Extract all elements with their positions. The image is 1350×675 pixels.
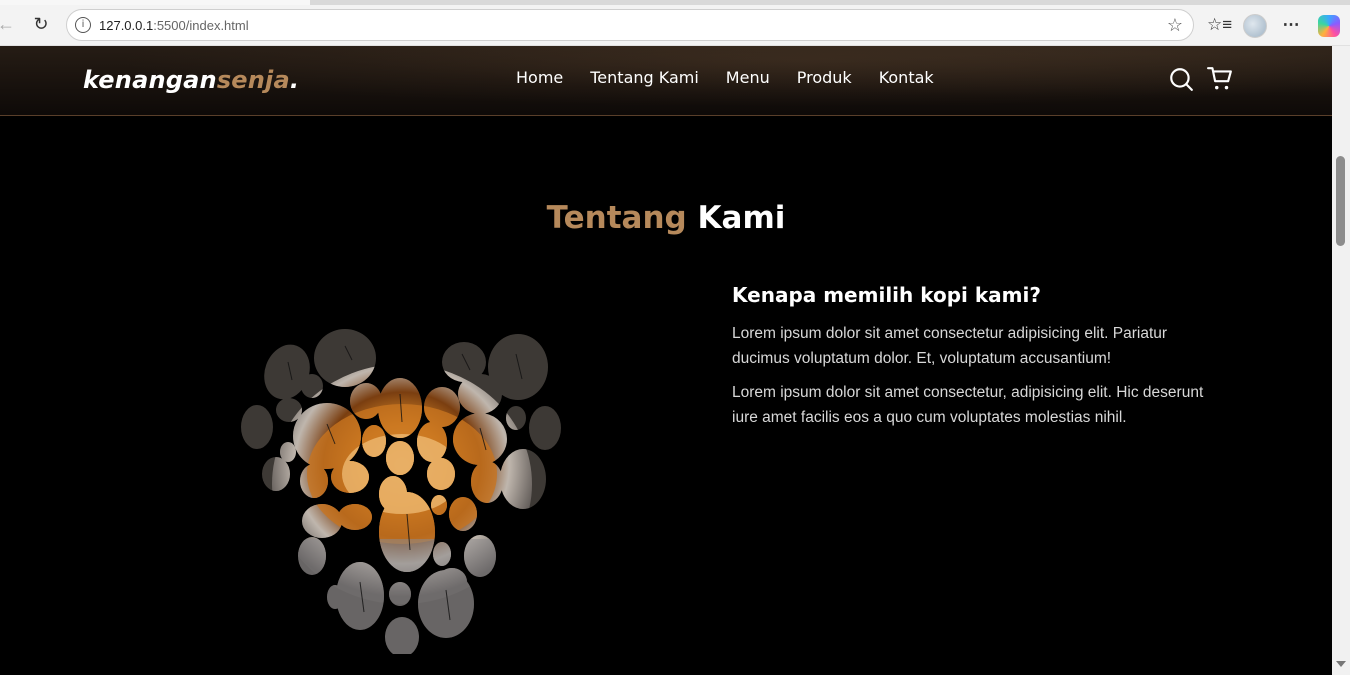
title-accent: Tentang: [546, 200, 687, 236]
profile-avatar[interactable]: [1243, 14, 1267, 38]
about-section-title: Tentang Kami: [0, 200, 1332, 236]
nav-menu[interactable]: Menu: [726, 68, 770, 87]
about-content: Kenapa memilih kopi kami? Lorem ipsum do…: [732, 283, 1222, 439]
nav-kontak[interactable]: Kontak: [879, 68, 934, 87]
logo-accent: senja: [216, 66, 290, 94]
tab-strip: [0, 0, 1350, 5]
active-tab[interactable]: [0, 0, 310, 5]
site-navbar: kenangansenja. Home Tentang Kami Menu Pr…: [0, 46, 1332, 116]
favorites-list-icon[interactable]: ☆≡: [1207, 14, 1232, 36]
shopping-cart-icon[interactable]: [1207, 66, 1233, 92]
url-host: 127.0.0.1: [99, 18, 154, 33]
about-paragraph-1: Lorem ipsum dolor sit amet consectetur a…: [732, 325, 1168, 367]
about-paragraph-2: Lorem ipsum dolor sit amet consectetur, …: [732, 384, 1204, 426]
search-icon[interactable]: [1168, 66, 1194, 92]
scroll-down-arrow-icon[interactable]: [1336, 661, 1346, 667]
main-menu: Home Tentang Kami Menu Produk Kontak: [516, 68, 934, 87]
nav-tentang-kami[interactable]: Tentang Kami: [590, 68, 699, 87]
coffee-bean-heart-image: [232, 324, 572, 657]
about-heading: Kenapa memilih kopi kami?: [732, 283, 1041, 307]
logo-main: kenangan: [83, 66, 217, 94]
title-rest: Kami: [697, 200, 786, 236]
copilot-icon[interactable]: [1318, 15, 1340, 37]
url-path: :5500/index.html: [153, 18, 249, 33]
back-arrow-icon[interactable]: ←: [0, 14, 16, 34]
more-options-icon[interactable]: ⋯: [1280, 14, 1302, 36]
nav-produk[interactable]: Produk: [797, 68, 852, 87]
address-url[interactable]: 127.0.0.1:5500/index.html: [99, 18, 249, 33]
site-logo[interactable]: kenangansenja.: [83, 66, 299, 94]
browser-toolbar: ← ↻ i 127.0.0.1:5500/index.html ☆ ☆≡ ⋯: [0, 0, 1350, 46]
logo-dot: .: [289, 66, 300, 94]
nav-home[interactable]: Home: [516, 68, 563, 87]
scrollbar-thumb[interactable]: [1336, 156, 1345, 246]
site-info-icon[interactable]: i: [75, 17, 91, 33]
page-viewport: kenangansenja. Home Tentang Kami Menu Pr…: [0, 46, 1332, 675]
address-bar[interactable]: i 127.0.0.1:5500/index.html ☆: [66, 9, 1194, 41]
favorite-star-icon[interactable]: ☆: [1165, 15, 1185, 35]
vertical-scrollbar[interactable]: [1332, 46, 1350, 675]
reload-icon[interactable]: ↻: [31, 14, 51, 34]
